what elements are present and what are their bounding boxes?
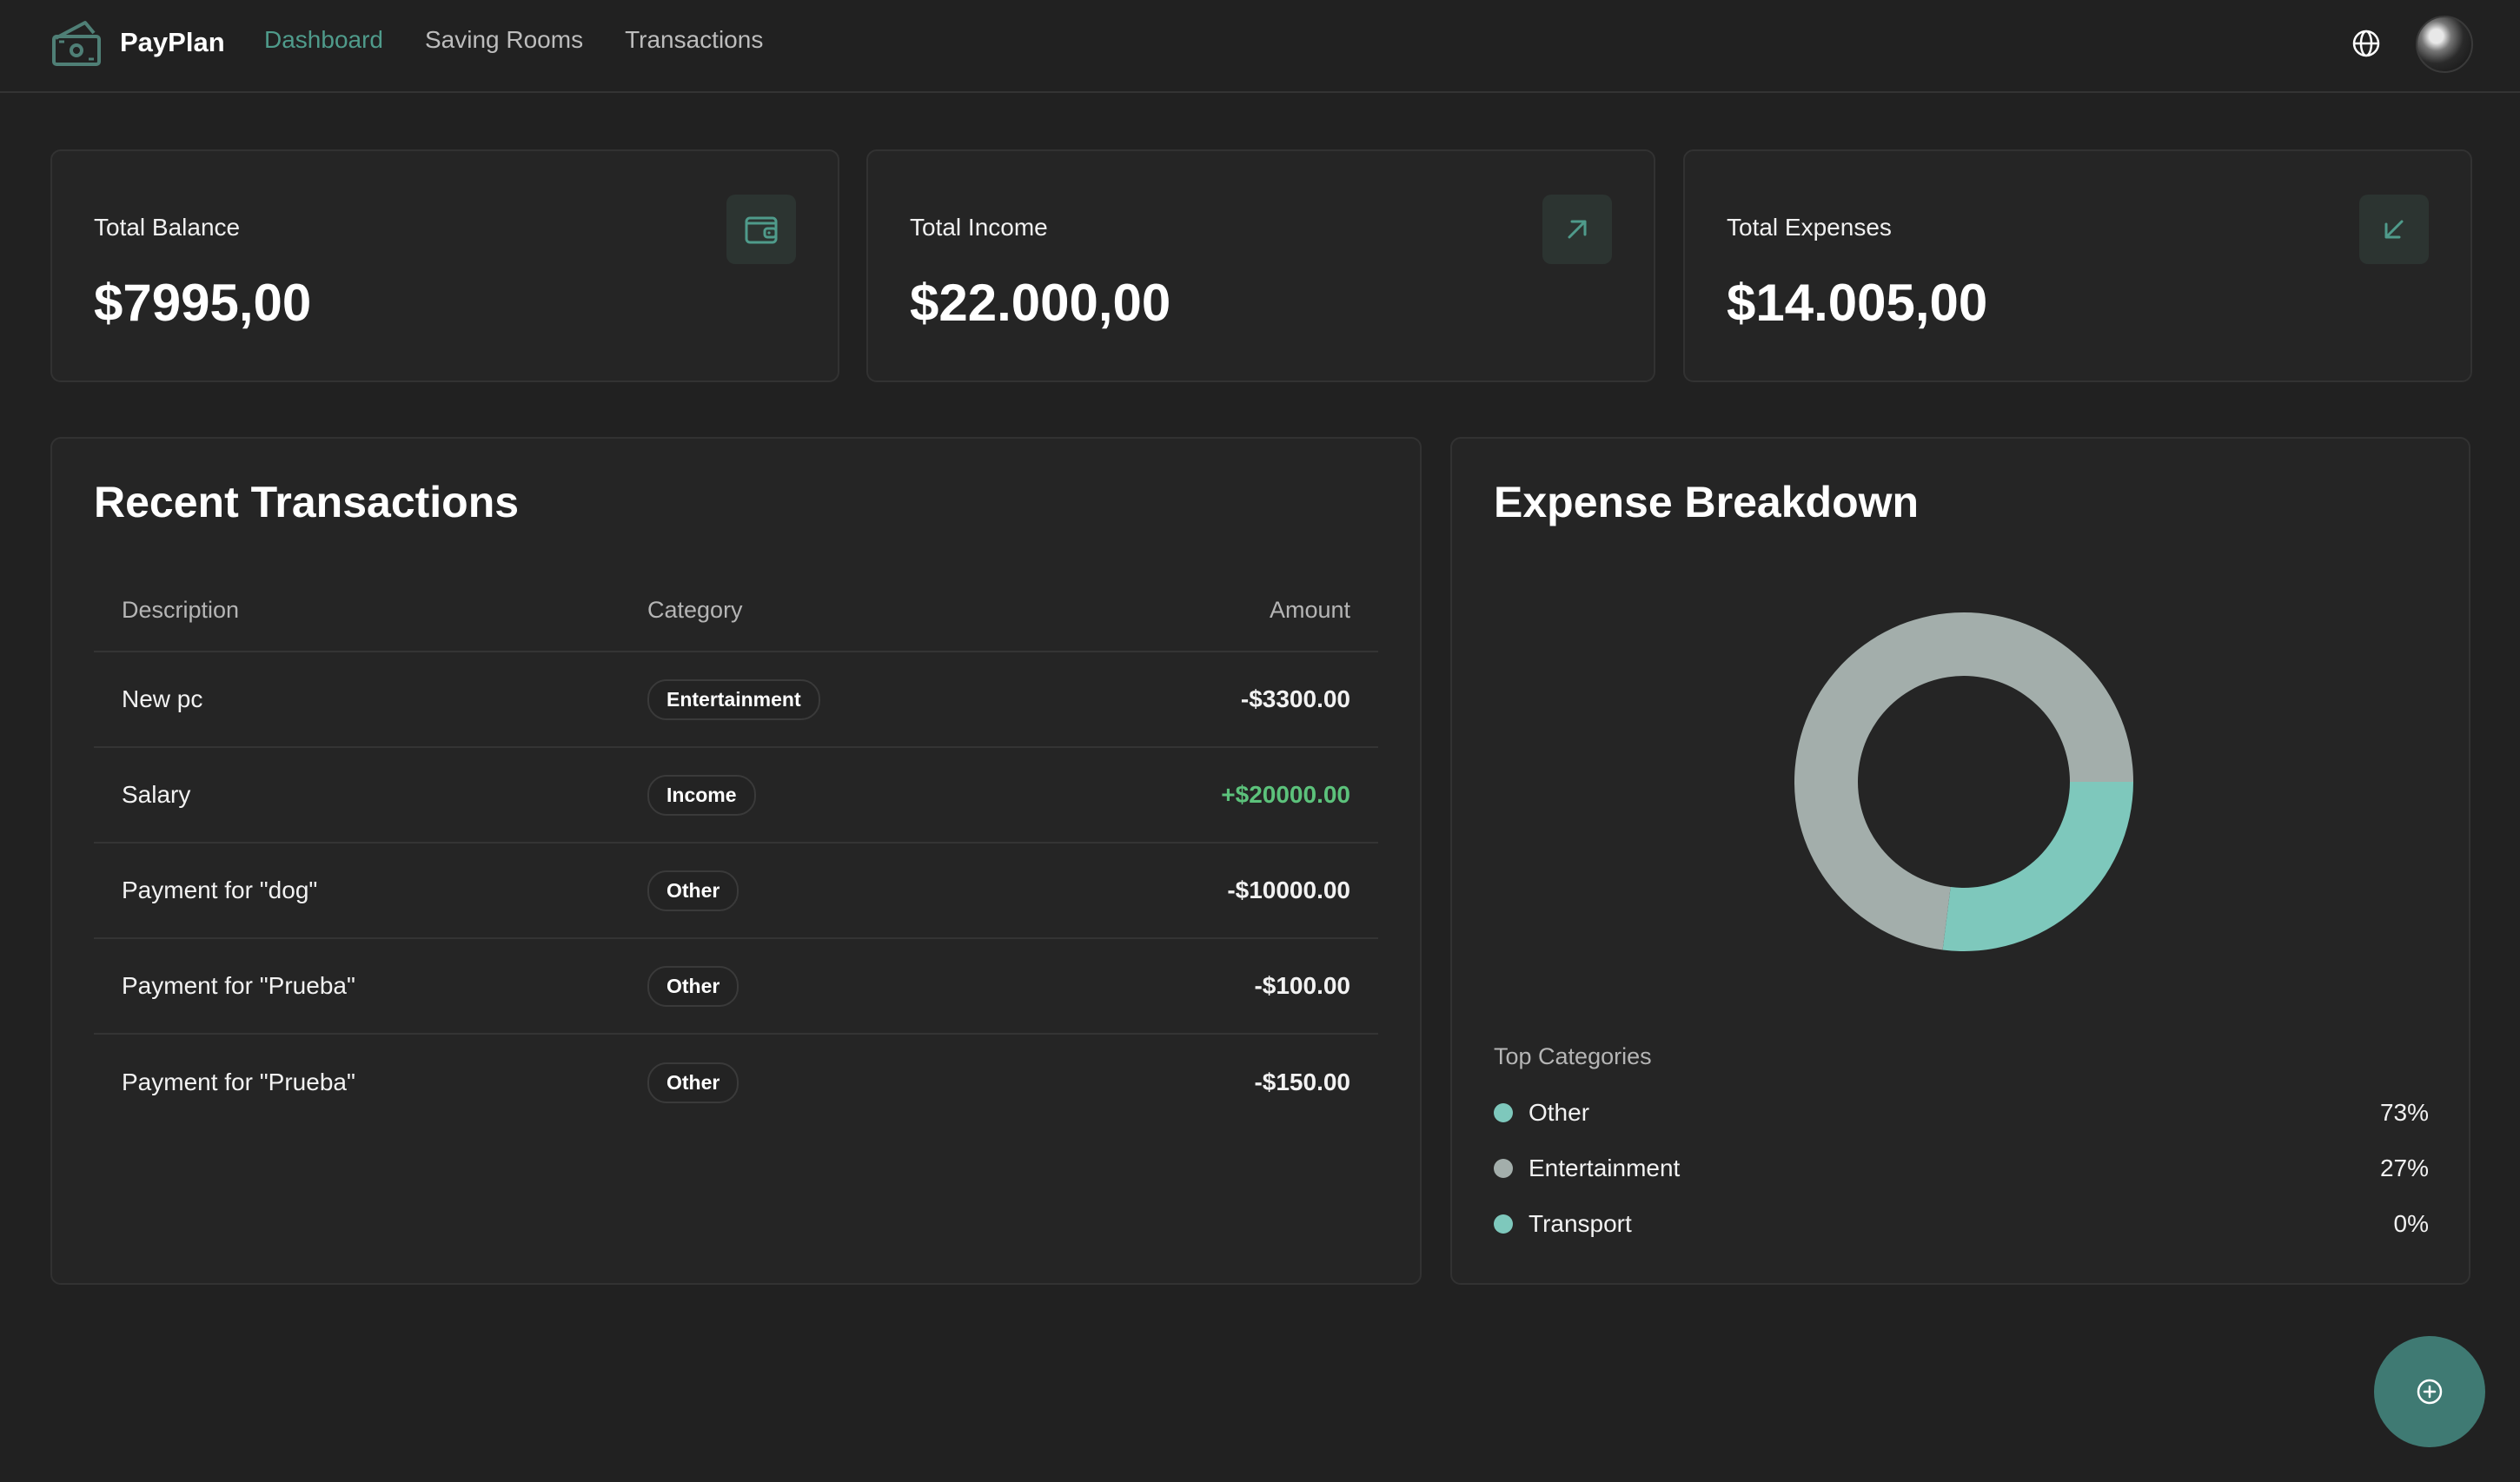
category-badge: Other [647,965,739,1007]
legend-item: Entertainment 27% [1494,1141,2429,1196]
total-income-card: Total Income $22.000,00 [866,149,1655,382]
table-row[interactable]: New pc Entertainment -$3300.00 [94,652,1378,748]
section-title: Recent Transactions [94,478,520,526]
section-title: Expense Breakdown [1494,478,1920,526]
transactions-table: Description Category Amount New pc Enter… [94,569,1378,1130]
row-category-cell: Other [647,965,995,1007]
stat-label: Total Balance [94,214,241,241]
header-description: Description [122,596,240,623]
legend-dot [1494,1214,1513,1234]
row-description: Payment for "dog" [122,877,318,903]
legend-name: Entertainment [1529,1155,1681,1181]
plus-circle-icon [2417,1379,2443,1405]
row-category-cell: Income [647,774,995,816]
row-amount: -$100.00 [1254,972,1350,999]
row-amount: -$150.00 [1254,1068,1350,1095]
table-row[interactable]: Payment for "dog" Other -$10000.00 [94,844,1378,939]
stat-label: Total Income [910,214,1048,241]
header-category: Category [647,596,743,623]
category-legend: Other 73% Entertainment 27% Transport 0% [1494,1085,2429,1252]
legend-name: Other [1529,1099,1590,1126]
recent-transactions-card: Recent Transactions Description Category… [50,437,1422,1285]
total-expenses-card: Total Expenses $14.005,00 [1683,149,2472,382]
row-description: New pc [122,685,203,712]
expense-donut-chart [1794,612,2133,951]
legend-dot [1494,1103,1513,1122]
arrow-down-left-icon [2359,195,2429,264]
total-balance-card: Total Balance $7995,00 [50,149,839,382]
donut-slice-entertainment [1942,782,2133,951]
legend-percent: 27% [2379,1155,2429,1181]
row-description: Payment for "Prueba" [122,1068,355,1095]
wallet-icon [726,195,796,264]
category-badge: Entertainment [647,678,820,720]
money-logo-icon [52,21,101,66]
legend-item: Transport 0% [1494,1196,2429,1252]
globe-icon[interactable] [2351,29,2381,58]
legend-percent: 73% [2379,1099,2429,1126]
table-header: Description Category Amount [94,569,1378,652]
row-amount: -$3300.00 [1240,685,1350,712]
row-description: Salary [122,781,191,808]
stat-label: Total Expenses [1727,214,1892,241]
row-amount: -$10000.00 [1227,877,1350,903]
stat-value: $14.005,00 [1727,274,1988,332]
user-avatar[interactable] [2416,16,2473,73]
expense-breakdown-card: Expense Breakdown Top Categories Other 7… [1450,437,2470,1285]
nav-transactions[interactable]: Transactions [625,26,763,54]
table-row[interactable]: Salary Income +$20000.00 [94,748,1378,844]
category-badge: Income [647,774,756,816]
legend-percent: 0% [2393,1210,2429,1237]
main-nav: Dashboard Saving Rooms Transactions [264,26,805,54]
legend-name: Transport [1529,1210,1632,1237]
category-badge: Other [647,870,739,911]
row-category-cell: Other [647,1062,995,1103]
top-categories-label: Top Categories [1494,1043,1652,1069]
top-navbar: PayPlan Dashboard Saving Rooms Transacti… [0,0,2520,93]
add-transaction-button[interactable] [2374,1336,2485,1447]
brand[interactable]: PayPlan [50,16,225,69]
table-row[interactable]: Payment for "Prueba" Other -$100.00 [94,939,1378,1035]
nav-dashboard[interactable]: Dashboard [264,26,383,54]
row-amount: +$20000.00 [1221,781,1350,808]
category-badge: Other [647,1062,739,1103]
row-description: Payment for "Prueba" [122,972,355,999]
row-category-cell: Other [647,870,995,911]
header-amount: Amount [1269,596,1350,623]
legend-dot [1494,1159,1513,1178]
row-category-cell: Entertainment [647,678,995,720]
table-row[interactable]: Payment for "Prueba" Other -$150.00 [94,1035,1378,1130]
brand-name: PayPlan [120,27,225,57]
stat-value: $22.000,00 [910,274,1171,332]
arrow-up-right-icon [1542,195,1612,264]
legend-item: Other 73% [1494,1085,2429,1141]
stat-value: $7995,00 [94,274,312,332]
nav-saving-rooms[interactable]: Saving Rooms [425,26,583,54]
